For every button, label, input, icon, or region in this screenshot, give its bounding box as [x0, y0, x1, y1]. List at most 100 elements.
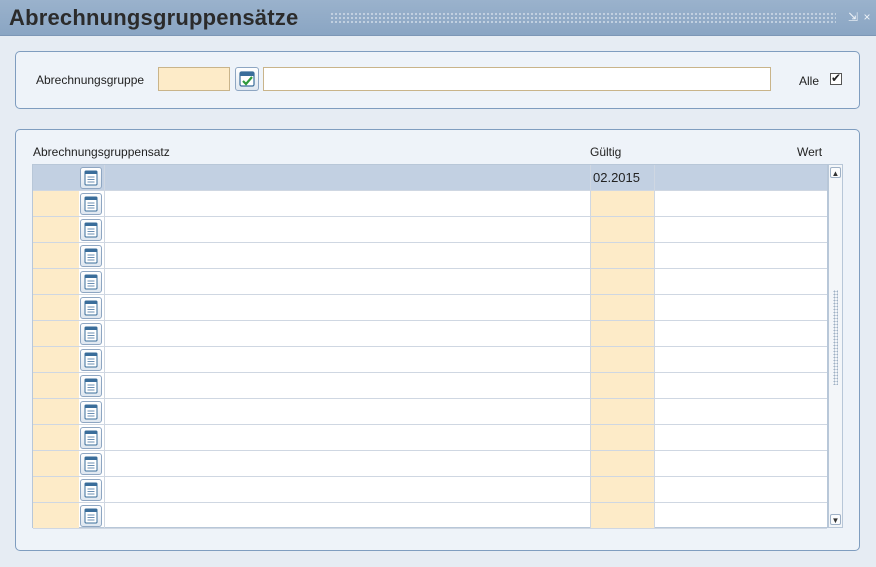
row-marker[interactable] — [33, 451, 79, 476]
cell-value[interactable] — [654, 191, 827, 216]
cell-valid[interactable] — [590, 217, 654, 242]
cell-name[interactable] — [104, 217, 590, 242]
table-row[interactable] — [33, 373, 827, 399]
scroll-thumb[interactable] — [833, 290, 838, 385]
row-marker[interactable] — [33, 269, 79, 294]
row-detail-button[interactable] — [80, 479, 102, 501]
cell-valid[interactable] — [590, 191, 654, 216]
cell-value[interactable] — [654, 347, 827, 372]
group-name-input[interactable] — [263, 67, 771, 91]
row-marker[interactable] — [33, 425, 79, 450]
cell-name[interactable] — [104, 451, 590, 476]
scroll-up-icon[interactable]: ▲ — [830, 167, 841, 178]
table-row[interactable] — [33, 477, 827, 503]
cell-value[interactable] — [654, 295, 827, 320]
row-marker[interactable] — [33, 295, 79, 320]
row-detail-button[interactable] — [80, 427, 102, 449]
cell-valid[interactable] — [590, 503, 654, 528]
group-code-input[interactable] — [158, 67, 230, 91]
cell-name[interactable] — [104, 269, 590, 294]
row-detail-button[interactable] — [80, 245, 102, 267]
cell-valid[interactable] — [590, 477, 654, 502]
cell-name[interactable] — [104, 165, 590, 190]
row-marker[interactable] — [33, 217, 79, 242]
cell-value[interactable] — [654, 165, 827, 190]
row-detail-button[interactable] — [80, 219, 102, 241]
row-detail-button[interactable] — [80, 505, 102, 527]
table-row[interactable] — [33, 243, 827, 269]
cell-name[interactable] — [104, 243, 590, 268]
table-row[interactable] — [33, 451, 827, 477]
row-detail-button[interactable] — [80, 453, 102, 475]
close-icon[interactable]: × — [861, 10, 873, 24]
table-row[interactable]: 02.2015 — [33, 165, 827, 191]
cell-valid[interactable] — [590, 269, 654, 294]
cell-name[interactable] — [104, 347, 590, 372]
row-marker[interactable] — [33, 243, 79, 268]
cell-value[interactable] — [654, 503, 827, 528]
window-title: Abrechnungsgruppensätze — [9, 5, 299, 30]
cell-valid[interactable]: 02.2015 — [590, 165, 654, 190]
cell-value[interactable] — [654, 243, 827, 268]
row-detail-button[interactable] — [80, 297, 102, 319]
cell-value[interactable] — [654, 477, 827, 502]
table-row[interactable] — [33, 503, 827, 529]
document-icon — [82, 351, 101, 372]
row-detail-button[interactable] — [80, 167, 102, 189]
row-marker[interactable] — [33, 165, 79, 190]
cell-name[interactable] — [104, 503, 590, 528]
row-detail-button[interactable] — [80, 375, 102, 397]
row-marker[interactable] — [33, 399, 79, 424]
cell-name[interactable] — [104, 321, 590, 346]
cell-value[interactable] — [654, 269, 827, 294]
table-row[interactable] — [33, 295, 827, 321]
group-lookup-button[interactable] — [235, 67, 259, 91]
document-icon — [82, 247, 101, 268]
cell-valid[interactable] — [590, 243, 654, 268]
cell-name[interactable] — [104, 191, 590, 216]
table-row[interactable] — [33, 399, 827, 425]
vertical-scrollbar[interactable]: ▲ ▼ — [828, 164, 843, 528]
row-marker[interactable] — [33, 373, 79, 398]
table-row[interactable] — [33, 217, 827, 243]
row-detail-button[interactable] — [80, 349, 102, 371]
row-detail-button[interactable] — [80, 401, 102, 423]
cell-name[interactable] — [104, 477, 590, 502]
cell-valid[interactable] — [590, 347, 654, 372]
all-checkbox[interactable]: ✔ — [830, 71, 842, 85]
cell-name[interactable] — [104, 399, 590, 424]
scroll-down-icon[interactable]: ▼ — [830, 514, 841, 525]
table-row[interactable] — [33, 321, 827, 347]
header-value: Wert — [797, 145, 823, 159]
cell-value[interactable] — [654, 399, 827, 424]
document-icon — [82, 325, 101, 346]
cell-valid[interactable] — [590, 295, 654, 320]
cell-value[interactable] — [654, 451, 827, 476]
row-detail-button[interactable] — [80, 323, 102, 345]
cell-valid[interactable] — [590, 425, 654, 450]
cell-name[interactable] — [104, 295, 590, 320]
row-marker[interactable] — [33, 321, 79, 346]
row-detail-button[interactable] — [80, 271, 102, 293]
cell-value[interactable] — [654, 373, 827, 398]
header-valid: Gültig — [590, 145, 622, 159]
cell-valid[interactable] — [590, 399, 654, 424]
cell-valid[interactable] — [590, 373, 654, 398]
row-marker[interactable] — [33, 477, 79, 502]
cell-valid[interactable] — [590, 321, 654, 346]
row-marker[interactable] — [33, 503, 79, 528]
table-row[interactable] — [33, 347, 827, 373]
table-row[interactable] — [33, 425, 827, 451]
cell-valid[interactable] — [590, 451, 654, 476]
cell-name[interactable] — [104, 425, 590, 450]
row-detail-button[interactable] — [80, 193, 102, 215]
minimize-icon[interactable]: ⇲ — [847, 10, 859, 24]
table-row[interactable] — [33, 191, 827, 217]
cell-value[interactable] — [654, 425, 827, 450]
cell-name[interactable] — [104, 373, 590, 398]
row-marker[interactable] — [33, 347, 79, 372]
table-row[interactable] — [33, 269, 827, 295]
cell-value[interactable] — [654, 321, 827, 346]
cell-value[interactable] — [654, 217, 827, 242]
row-marker[interactable] — [33, 191, 79, 216]
